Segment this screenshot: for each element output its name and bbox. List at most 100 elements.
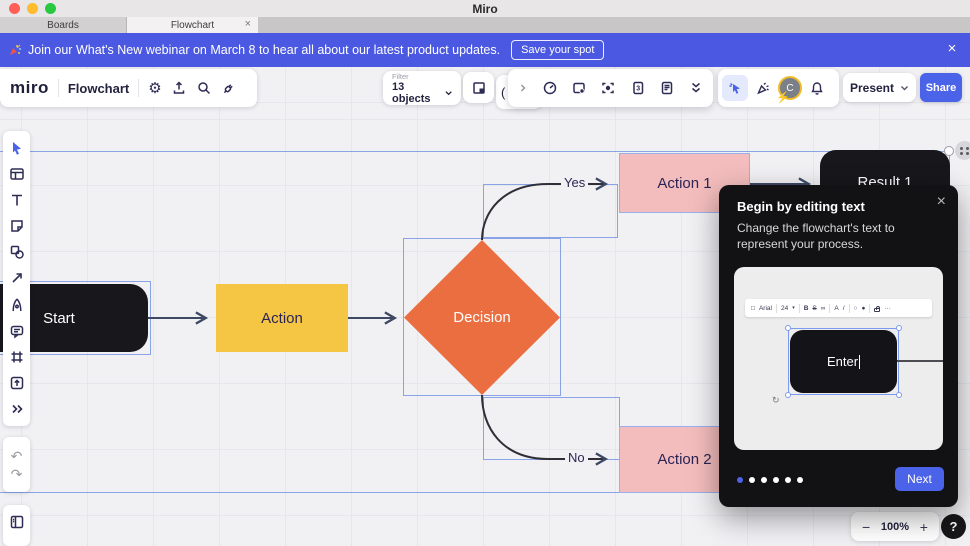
side-panel-icon	[10, 515, 23, 529]
redo-icon[interactable]: ↷	[11, 467, 23, 481]
divider	[57, 79, 59, 97]
selection-context-menu-button[interactable]	[955, 141, 970, 160]
private-notes-icon[interactable]	[659, 80, 675, 96]
stepper-icon: ▾	[792, 305, 795, 311]
node-label: Start	[43, 309, 75, 327]
link-icon: ∞	[820, 304, 826, 312]
zoom-out-button[interactable]: −	[862, 519, 870, 535]
text-tool[interactable]	[9, 192, 25, 208]
node-label: Action 2	[657, 451, 712, 468]
hidden-panel-partial-text: (	[501, 84, 506, 100]
filter-label: Filter	[392, 71, 409, 81]
tab-boards[interactable]: Boards	[0, 17, 127, 33]
notifications-button[interactable]	[804, 75, 830, 101]
chevron-right-icon[interactable]	[517, 81, 529, 95]
tab-label: Boards	[47, 19, 79, 31]
user-avatar[interactable]: C ⚡	[776, 76, 802, 104]
collaboration-toolbar: C ⚡	[718, 69, 839, 107]
frames-panel-toggle[interactable]	[3, 505, 30, 546]
edge-label-no[interactable]: No	[565, 450, 588, 465]
pagination-dot	[773, 477, 779, 483]
templates-tool[interactable]	[9, 166, 25, 182]
search-icon[interactable]	[196, 80, 212, 96]
text-color-icon: A	[834, 304, 839, 312]
node-label: Action	[261, 309, 303, 327]
upload-tool[interactable]	[9, 375, 25, 391]
window-title: Miro	[472, 1, 498, 16]
font-name: Arial	[758, 304, 772, 312]
estimation-card-icon[interactable]: 3	[630, 80, 646, 96]
object-filter[interactable]: Filter 13 objects	[383, 71, 461, 105]
select-cursor-tool[interactable]	[9, 140, 25, 156]
chevron-down-icon[interactable]	[900, 85, 909, 91]
edge-label-yes[interactable]: Yes	[561, 175, 589, 190]
text-caret	[859, 354, 861, 369]
frame-tool[interactable]	[9, 349, 25, 365]
tooltip-pagination	[737, 477, 803, 483]
app-toolbar: miro Flowchart ⚙	[0, 69, 257, 107]
flowchart-node-action[interactable]: Action	[216, 284, 348, 352]
bring-to-frame-icon[interactable]	[571, 80, 587, 96]
pen-tool[interactable]	[9, 297, 25, 313]
tooltip-close-icon[interactable]: ×	[937, 193, 946, 211]
pagination-dot	[797, 477, 803, 483]
sticky-note-tool[interactable]	[9, 218, 25, 234]
preview-node: Enter	[790, 330, 897, 393]
divider	[138, 79, 140, 97]
pagination-dot	[785, 477, 791, 483]
node-label: Decision	[453, 309, 511, 326]
selection-corner-handle[interactable]	[944, 146, 954, 156]
next-button[interactable]: Next	[895, 467, 944, 491]
svg-text:3: 3	[636, 86, 640, 93]
share-button[interactable]: Share	[920, 73, 962, 102]
save-your-spot-button[interactable]: Save your spot	[511, 40, 605, 60]
facilitation-toolbar: 3	[508, 69, 713, 107]
banner-message: Join our What's New webinar on March 8 t…	[28, 43, 501, 57]
plugins-plug-icon[interactable]	[221, 80, 237, 96]
board-title[interactable]: Flowchart	[68, 81, 129, 96]
more-tools-chevrons-icon[interactable]	[9, 401, 25, 417]
help-button[interactable]: ?	[941, 514, 966, 539]
tooltip-body: Change the flowchart's text to represent…	[737, 221, 895, 251]
preview-format-toolbar: □ Arial 24 ▾ B S ∞ A / ○ ● ···	[745, 299, 932, 317]
bell-icon	[811, 82, 823, 95]
export-icon[interactable]	[171, 80, 187, 96]
connector-arrow-tool[interactable]	[9, 270, 25, 286]
filter-value: 13 objects	[392, 80, 431, 105]
banner-close-icon[interactable]: ×	[942, 40, 962, 57]
onboarding-tooltip: Begin by editing text × Change the flowc…	[719, 185, 958, 507]
no-connector-selection-box	[483, 397, 620, 460]
collaborative-cursors-button[interactable]	[722, 75, 748, 101]
miro-app-window: Start Action Decision Action 1 Action 2 …	[0, 0, 970, 546]
zoom-in-button[interactable]: +	[920, 519, 928, 535]
frame-settings-button[interactable]	[463, 72, 494, 103]
rotate-handle-icon: ↻	[772, 395, 780, 405]
settings-gear-icon[interactable]: ⚙	[148, 81, 161, 96]
present-button[interactable]: Present	[843, 73, 916, 102]
shapes-tool[interactable]	[9, 244, 25, 260]
cursor-tracking-icon	[729, 82, 740, 94]
tab-label: Flowchart	[170, 19, 215, 31]
more-options-icon: ···	[884, 304, 891, 312]
party-cone-icon	[757, 82, 769, 95]
macos-titlebar: Miro	[0, 0, 970, 17]
spotlight-icon[interactable]	[600, 80, 616, 96]
node-label: Action 1	[657, 174, 712, 192]
timer-icon[interactable]	[542, 80, 558, 96]
pagination-dot	[737, 477, 743, 483]
miro-logo[interactable]: miro	[10, 78, 49, 98]
zoom-level[interactable]: 100%	[881, 521, 909, 533]
strikethrough-icon: S	[812, 304, 817, 312]
frame-corner-icon	[472, 81, 485, 94]
tab-flowchart[interactable]: Flowchart ×	[127, 17, 258, 33]
pagination-dot	[749, 477, 755, 483]
flowchart-node-decision[interactable]: Decision	[404, 240, 560, 395]
collapse-double-chevron-icon[interactable]	[688, 80, 704, 96]
pagination-dot	[761, 477, 767, 483]
undo-icon[interactable]: ↶	[11, 449, 23, 463]
comment-tool[interactable]	[9, 323, 25, 339]
border-color-icon: ○	[853, 304, 858, 312]
tooltip-title: Begin by editing text	[737, 199, 865, 214]
tab-close-icon[interactable]: ×	[245, 18, 251, 30]
reactions-button[interactable]	[750, 75, 776, 101]
